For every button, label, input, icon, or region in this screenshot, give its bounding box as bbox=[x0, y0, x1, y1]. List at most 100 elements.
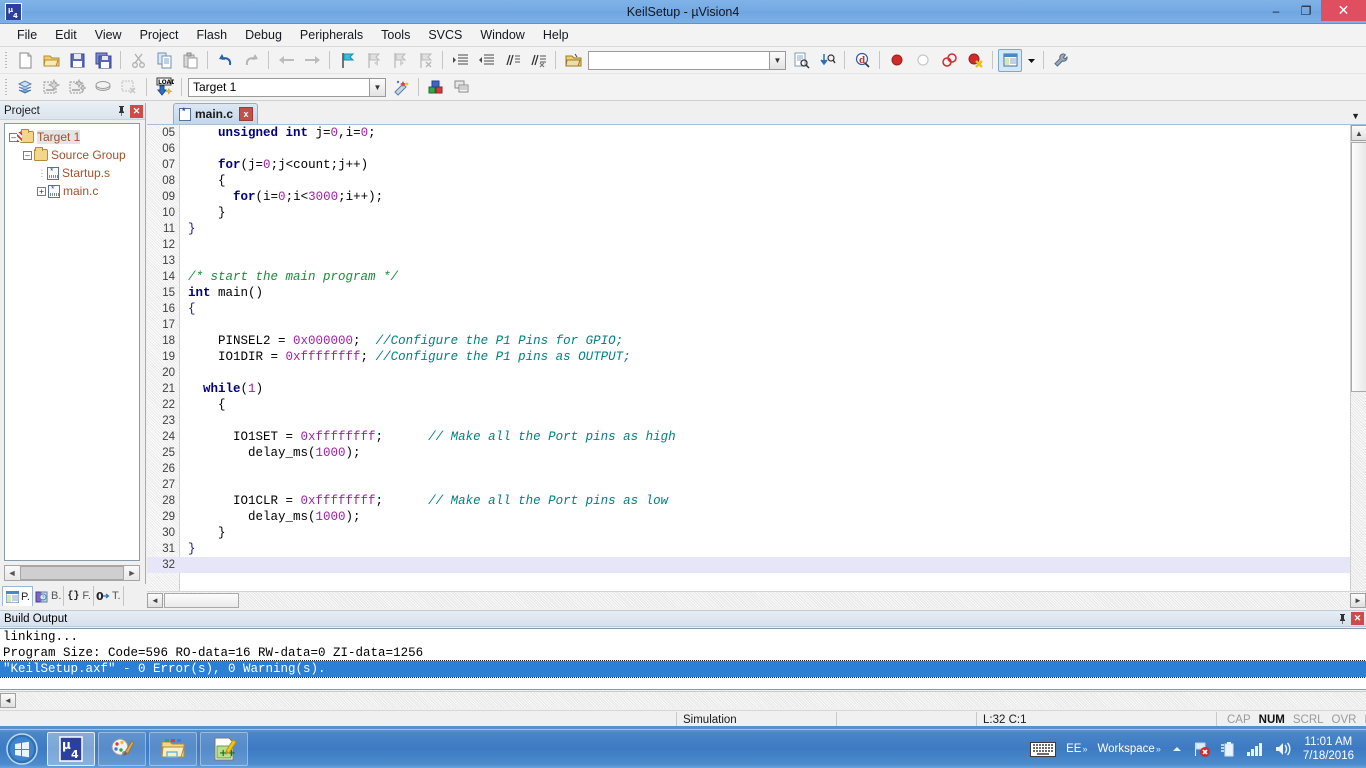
code-line[interactable]: 31} bbox=[147, 541, 1350, 557]
build-output-hscrollbar[interactable]: ◄ bbox=[0, 691, 1366, 708]
menu-peripherals[interactable]: Peripherals bbox=[291, 25, 372, 45]
save-icon[interactable] bbox=[65, 49, 89, 72]
code-line[interactable]: 18 PINSEL2 = 0x000000; //Configure the P… bbox=[147, 333, 1350, 349]
code-line[interactable]: 17 bbox=[147, 317, 1350, 333]
disable-all-breakpoints-icon[interactable] bbox=[937, 49, 961, 72]
menu-edit[interactable]: Edit bbox=[46, 25, 86, 45]
scrollbar-thumb[interactable] bbox=[20, 566, 124, 580]
code-line[interactable]: 13 bbox=[147, 253, 1350, 269]
build-output-line[interactable]: linking... bbox=[0, 629, 1366, 645]
tree-expander[interactable]: – bbox=[23, 150, 32, 160]
bookmark-toggle-icon[interactable] bbox=[335, 49, 359, 72]
tab-books[interactable]: ? B. bbox=[33, 586, 65, 606]
code-line[interactable]: 11} bbox=[147, 221, 1350, 237]
minimize-button[interactable]: – bbox=[1261, 0, 1291, 21]
chevron-down-icon[interactable]: ▼ bbox=[369, 78, 385, 96]
chevron-down-icon[interactable]: ▼ bbox=[1351, 111, 1360, 121]
kill-all-breakpoints-icon[interactable] bbox=[963, 49, 987, 72]
tree-node-main-c[interactable]: + main.c bbox=[7, 182, 137, 200]
code-line[interactable]: 16 { bbox=[147, 301, 1350, 317]
chevron-down-icon[interactable]: ▼ bbox=[769, 51, 785, 69]
cut-icon[interactable] bbox=[126, 49, 150, 72]
menu-tools[interactable]: Tools bbox=[372, 25, 419, 45]
navigate-back-icon[interactable] bbox=[274, 49, 298, 72]
uncomment-icon[interactable] bbox=[526, 49, 550, 72]
configuration-wizard-icon[interactable] bbox=[1049, 49, 1073, 72]
debug-session-icon[interactable]: d bbox=[850, 49, 874, 72]
batch-build-icon[interactable] bbox=[65, 76, 89, 99]
open-file-icon[interactable] bbox=[39, 49, 63, 72]
manage-components-icon[interactable] bbox=[424, 76, 448, 99]
chevron-expand-icon[interactable]: » bbox=[1156, 744, 1161, 754]
bookmark-clear-icon[interactable] bbox=[413, 49, 437, 72]
signal-bars-icon[interactable] bbox=[1241, 742, 1269, 757]
bookmark-prev-icon[interactable] bbox=[361, 49, 385, 72]
code-line[interactable]: 14 /* start the main program */ bbox=[147, 269, 1350, 285]
bookmark-next-icon[interactable] bbox=[387, 49, 411, 72]
code-line[interactable]: 24 IO1SET = 0xffffffff; // Make all the … bbox=[147, 429, 1350, 445]
toolbar-grip[interactable] bbox=[3, 77, 10, 97]
navigate-forward-icon[interactable] bbox=[300, 49, 324, 72]
build-target-icon[interactable] bbox=[13, 76, 37, 99]
code-line[interactable]: 06 bbox=[147, 141, 1350, 157]
workspace-indicator[interactable]: Workspace » bbox=[1093, 743, 1166, 755]
paste-icon[interactable] bbox=[178, 49, 202, 72]
outdent-icon[interactable] bbox=[474, 49, 498, 72]
battery-icon[interactable] bbox=[1216, 741, 1241, 758]
build-output-text[interactable]: linking... Program Size: Code=596 RO-data… bbox=[0, 628, 1366, 690]
code-line[interactable]: 12 bbox=[147, 237, 1350, 253]
undo-icon[interactable] bbox=[213, 49, 237, 72]
volume-icon[interactable] bbox=[1269, 741, 1297, 757]
redo-icon[interactable] bbox=[239, 49, 263, 72]
pin-icon[interactable] bbox=[115, 105, 128, 118]
close-button[interactable]: ✕ bbox=[1321, 0, 1366, 21]
tab-project[interactable]: P. bbox=[2, 586, 33, 606]
code-line[interactable]: 21 while(1) bbox=[147, 381, 1350, 397]
code-line[interactable]: 10 } bbox=[147, 205, 1350, 221]
taskbar-clock[interactable]: 11:01 AM 7/18/2016 bbox=[1297, 735, 1362, 763]
code-line[interactable]: 30 } bbox=[147, 525, 1350, 541]
menu-project[interactable]: Project bbox=[131, 25, 188, 45]
code-text-area[interactable]: 05 unsigned int j=0,i=0; 06 07 for(j=0;j<c… bbox=[147, 125, 1350, 591]
code-line[interactable]: 22 { bbox=[147, 397, 1350, 413]
window-layout-dropdown-icon[interactable] bbox=[1024, 49, 1038, 72]
maximize-button[interactable]: ❐ bbox=[1291, 0, 1321, 21]
code-line[interactable]: 07 for(j=0;j<count;j++) bbox=[147, 157, 1350, 173]
tab-templates[interactable]: 0 T. bbox=[94, 586, 124, 606]
menu-svcs[interactable]: SVCS bbox=[419, 25, 471, 45]
keyboard-icon[interactable] bbox=[1025, 741, 1061, 758]
chevron-expand-icon[interactable]: » bbox=[1082, 744, 1087, 754]
editor-tab-main-c[interactable]: main.c x bbox=[173, 103, 259, 124]
indent-icon[interactable] bbox=[448, 49, 472, 72]
target-select[interactable]: Target 1 ▼ bbox=[188, 77, 386, 97]
toolbar-grip[interactable] bbox=[3, 50, 10, 70]
network-error-icon[interactable] bbox=[1188, 741, 1216, 758]
tree-expander[interactable]: + bbox=[37, 186, 46, 196]
incremental-find-icon[interactable] bbox=[815, 49, 839, 72]
rebuild-all-icon[interactable] bbox=[39, 76, 63, 99]
disable-breakpoint-icon[interactable] bbox=[911, 49, 935, 72]
menu-debug[interactable]: Debug bbox=[236, 25, 291, 45]
editor-hscrollbar[interactable]: ◄ ► bbox=[147, 591, 1366, 608]
code-line[interactable]: 08 { bbox=[147, 173, 1350, 189]
target-options-icon[interactable] bbox=[389, 76, 413, 99]
code-line[interactable]: 05 unsigned int j=0,i=0; bbox=[147, 125, 1350, 141]
find-combo[interactable]: ▼ bbox=[588, 50, 786, 70]
scroll-right-icon[interactable]: ► bbox=[1350, 592, 1366, 608]
code-line[interactable]: 09 for(i=0;i<3000;i++); bbox=[147, 189, 1350, 205]
code-line[interactable]: 26 bbox=[147, 461, 1350, 477]
editor-vscrollbar[interactable]: ▲ bbox=[1350, 125, 1366, 591]
tree-node-target[interactable]: – Target 1 bbox=[7, 128, 137, 146]
project-tree-hscrollbar[interactable]: ◄ ► bbox=[4, 565, 140, 581]
tree-node-source-group[interactable]: – Source Group bbox=[7, 146, 137, 164]
code-line[interactable]: 20 bbox=[147, 365, 1350, 381]
code-line[interactable]: 27 bbox=[147, 477, 1350, 493]
copy-icon[interactable] bbox=[152, 49, 176, 72]
manage-multi-project-icon[interactable] bbox=[450, 76, 474, 99]
project-tree[interactable]: – Target 1 – Source Group ⋮ Startup.s + … bbox=[4, 123, 140, 561]
save-all-icon[interactable] bbox=[91, 49, 115, 72]
scroll-up-icon[interactable]: ▲ bbox=[1351, 125, 1366, 141]
code-line[interactable]: 19 IO1DIR = 0xffffffff; //Configure the … bbox=[147, 349, 1350, 365]
menu-flash[interactable]: Flash bbox=[187, 25, 236, 45]
taskbar-notepadpp-button[interactable]: ++ bbox=[200, 732, 248, 766]
